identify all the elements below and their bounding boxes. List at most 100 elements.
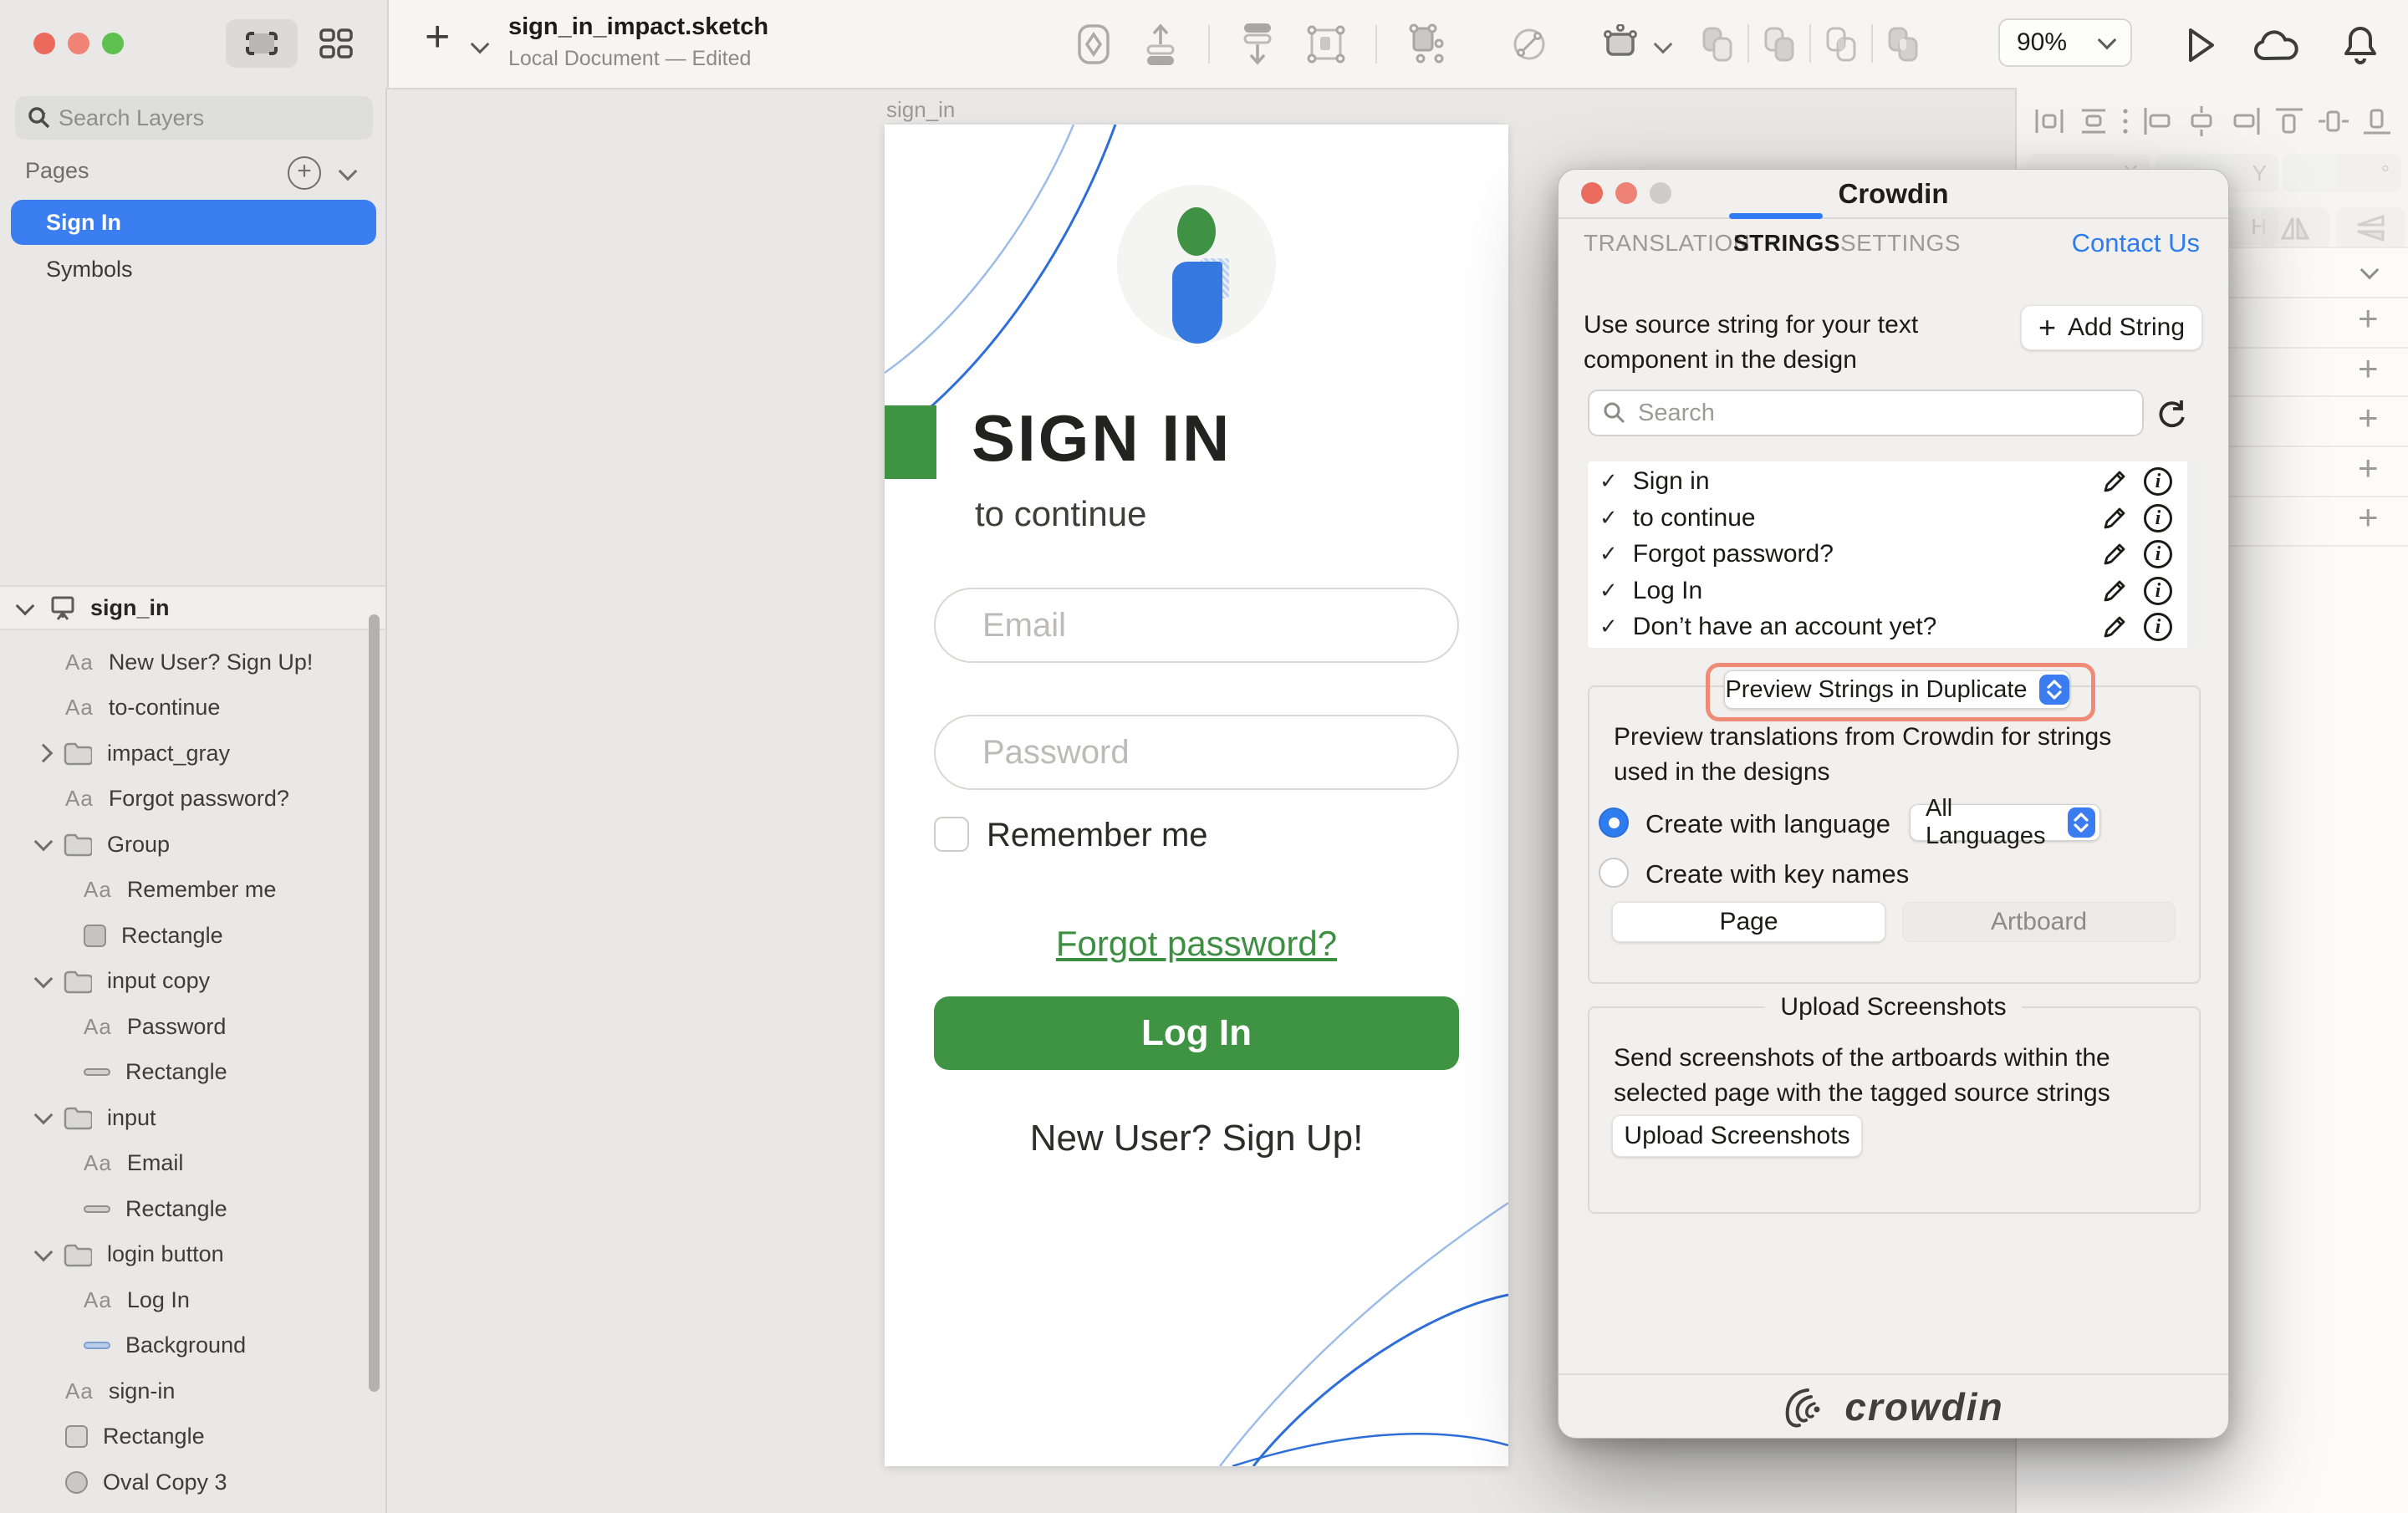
info-icon[interactable]: i: [2144, 467, 2172, 496]
zoom-window-button[interactable]: [102, 33, 124, 54]
layer-row[interactable]: AaRemember me: [0, 868, 385, 913]
distribute-horizontally-icon[interactable]: [2032, 104, 2067, 138]
chevron-down-icon[interactable]: [16, 597, 35, 616]
insert-button[interactable]: +: [425, 12, 450, 62]
minimize-button[interactable]: [68, 33, 89, 54]
flip-horizontal-button[interactable]: [2261, 207, 2329, 249]
tab-strings[interactable]: STRINGS: [1733, 230, 1840, 257]
add-page-button[interactable]: +: [288, 156, 321, 190]
layer-row[interactable]: Rectangle: [0, 913, 385, 958]
contact-us-link[interactable]: Contact Us: [2072, 228, 2200, 258]
create-with-key-names-radio[interactable]: [1599, 858, 1629, 888]
all-languages-dropdown[interactable]: All Languages: [1910, 804, 2100, 841]
more-options-icon[interactable]: [2120, 104, 2131, 138]
align-top-icon[interactable]: [2272, 104, 2307, 138]
layer-row[interactable]: login button: [0, 1232, 385, 1277]
layer-row[interactable]: Aasign-in: [0, 1368, 385, 1414]
string-row[interactable]: ✓Log Ini: [1588, 573, 2201, 609]
email-field[interactable]: Email: [934, 588, 1459, 663]
edit-pencil-icon[interactable]: [2100, 467, 2129, 496]
align-middle-vertical-icon[interactable]: [2316, 104, 2351, 138]
grid-view-toggle[interactable]: [306, 19, 366, 68]
align-right-icon[interactable]: [2228, 104, 2263, 138]
string-row[interactable]: ✓Sign ini: [1588, 463, 2201, 500]
preview-strings-dropdown[interactable]: Preview Strings in Duplicate: [1724, 670, 2070, 709]
chevron-right-icon[interactable]: [34, 744, 54, 763]
difference-icon[interactable]: [1881, 22, 1925, 65]
password-field[interactable]: Password: [934, 715, 1459, 790]
section-collapse-chevron-icon[interactable]: [2360, 261, 2380, 280]
log-in-button[interactable]: Log In: [934, 996, 1459, 1070]
group-icon[interactable]: [1305, 23, 1347, 65]
tab-settings[interactable]: SETTINGS: [1840, 230, 1961, 257]
info-icon[interactable]: i: [2144, 577, 2172, 605]
page-button[interactable]: Page: [1612, 902, 1885, 942]
layer-row[interactable]: Rectangle: [0, 1050, 385, 1095]
string-row[interactable]: ✓Don’t have an account yet?i: [1588, 609, 2201, 645]
zoom-level-dropdown[interactable]: 90%: [1998, 18, 2132, 67]
pages-collapse-chevron-icon[interactable]: [339, 162, 358, 181]
refresh-icon[interactable]: [2154, 397, 2189, 432]
layer-row[interactable]: AaEmail: [0, 1141, 385, 1186]
layer-row[interactable]: input copy: [0, 959, 385, 1004]
layer-row[interactable]: impact_gray: [0, 731, 385, 776]
align-left-icon[interactable]: [2140, 104, 2176, 138]
move-forward-icon[interactable]: [1141, 23, 1180, 66]
create-symbol-icon[interactable]: [1074, 23, 1113, 66]
distribute-vertically-icon[interactable]: [2076, 104, 2111, 138]
info-icon[interactable]: i: [2144, 613, 2172, 641]
add-style-button[interactable]: +: [2358, 448, 2379, 488]
cloud-sync-button[interactable]: [2251, 27, 2303, 65]
layer-row[interactable]: Rectangle: [0, 1186, 385, 1231]
info-icon[interactable]: i: [2144, 540, 2172, 568]
preview-play-button[interactable]: [2181, 23, 2219, 67]
strings-search-input[interactable]: Search: [1588, 390, 2144, 436]
layer-row[interactable]: Group: [0, 822, 385, 867]
close-button[interactable]: [33, 33, 55, 54]
chevron-down-icon[interactable]: [34, 833, 54, 852]
edit-pencil-icon[interactable]: [2100, 613, 2129, 641]
add-string-button[interactable]: + Add String: [2021, 305, 2202, 350]
chevron-down-icon[interactable]: [34, 969, 54, 988]
canvas-artboard-label[interactable]: sign_in: [886, 97, 955, 123]
sidebar-scrollbar[interactable]: [369, 614, 380, 1392]
flip-vertical-button[interactable]: [2336, 207, 2405, 249]
layer-row[interactable]: Aato-continue: [0, 685, 385, 731]
remember-me-checkbox[interactable]: [934, 817, 969, 852]
tab-translation[interactable]: TRANSLATION: [1584, 230, 1750, 257]
info-icon[interactable]: i: [2144, 504, 2172, 532]
string-row[interactable]: ✓to continuei: [1588, 500, 2201, 537]
chevron-down-icon[interactable]: [34, 1106, 54, 1125]
add-style-button[interactable]: +: [2358, 497, 2379, 537]
add-style-button[interactable]: +: [2358, 349, 2379, 389]
edit-pencil-icon[interactable]: [2100, 540, 2129, 568]
add-style-button[interactable]: +: [2358, 398, 2379, 438]
edit-shape-icon[interactable]: [1509, 24, 1549, 64]
sidebar-page-sign-in[interactable]: Sign In: [11, 200, 376, 245]
search-layers-input[interactable]: Search Layers: [15, 96, 373, 140]
chevron-down-icon[interactable]: [34, 1242, 54, 1261]
artboard-button[interactable]: Artboard: [1902, 902, 2176, 942]
edit-pencil-icon[interactable]: [2100, 577, 2129, 605]
layer-row[interactable]: AaPassword: [0, 1004, 385, 1049]
resize-icon[interactable]: [1599, 24, 1643, 64]
string-row[interactable]: ✓Forgot password?i: [1588, 536, 2201, 573]
add-style-button[interactable]: +: [2358, 298, 2379, 339]
intersect-icon[interactable]: [1819, 22, 1863, 65]
create-with-language-radio[interactable]: [1599, 807, 1629, 838]
layer-row[interactable]: AaLog In: [0, 1277, 385, 1322]
align-center-horizontal-icon[interactable]: [2184, 104, 2219, 138]
layer-artboard-row[interactable]: sign_in: [0, 585, 385, 630]
layer-row[interactable]: AaForgot password?: [0, 777, 385, 822]
layer-row[interactable]: Oval Copy 3: [0, 1460, 385, 1505]
sign-up-link[interactable]: New User? Sign Up!: [885, 1118, 1508, 1159]
layer-row[interactable]: Background: [0, 1323, 385, 1368]
align-bottom-icon[interactable]: [2360, 104, 2395, 138]
resize-chevron-icon[interactable]: [1654, 35, 1673, 54]
sidebar-page-symbols[interactable]: Symbols: [46, 257, 133, 283]
rotation-field[interactable]: °: [2283, 154, 2401, 192]
layer-row[interactable]: AaNew User? Sign Up!: [0, 639, 385, 685]
layer-row[interactable]: Rectangle: [0, 1414, 385, 1460]
layer-list-view-toggle[interactable]: [226, 19, 298, 68]
ungroup-icon[interactable]: [1406, 23, 1447, 65]
